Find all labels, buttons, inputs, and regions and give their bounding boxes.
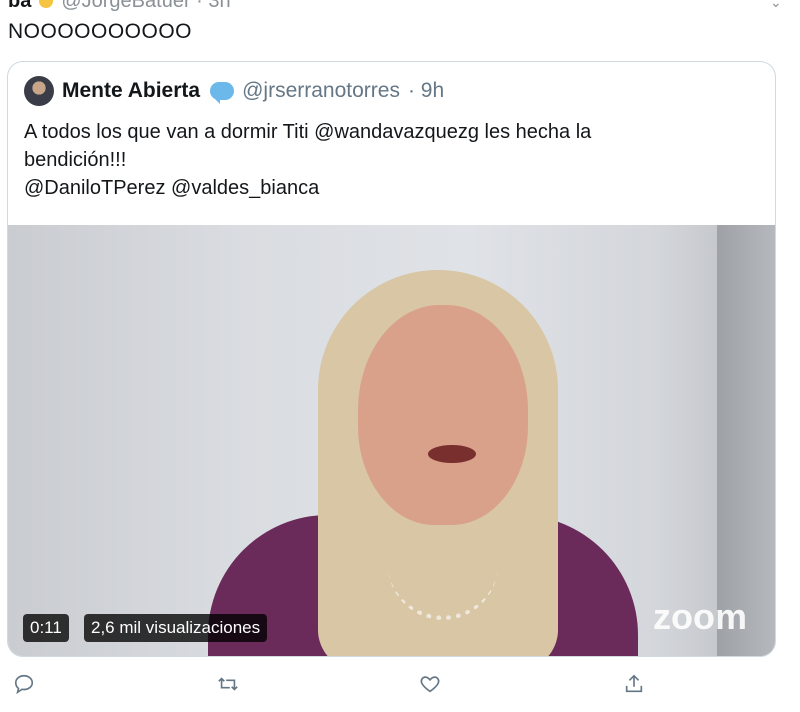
like-icon[interactable] [416, 670, 444, 698]
tweet-text: NOOOOOOOOOO [8, 20, 193, 43]
quoted-author-handle[interactable]: @jrserranotorres [242, 79, 400, 103]
quoted-text-line: A todos los que van a dormir Titi @wanda… [24, 121, 592, 143]
quoted-text-line: bendición!!! [24, 149, 127, 171]
video-subject-face [358, 305, 528, 525]
tweet-actions [0, 670, 800, 706]
tweet-header: ba @JorgeBatuer · 3h [8, 0, 231, 12]
reply-icon[interactable] [10, 670, 38, 698]
speech-bubble-emoji-icon [210, 82, 235, 104]
video-views-badge: 2,6 mil visualizaciones [84, 614, 268, 642]
zoom-watermark: zoom [653, 596, 747, 637]
more-options-icon[interactable]: ⌄ [770, 0, 782, 10]
retweet-icon[interactable] [214, 670, 242, 698]
quoted-author-name[interactable]: Mente Abierta [62, 79, 200, 103]
avatar[interactable] [24, 76, 54, 106]
video-player[interactable]: zoom 0:11 2,6 mil visualizaciones [8, 225, 775, 656]
video-duration-badge: 0:11 [23, 614, 69, 642]
quoted-header: Mente Abierta @jrserranotorres · 9h [24, 76, 444, 106]
quoted-mentions[interactable]: @DaniloTPerez @valdes_bianca [24, 174, 754, 202]
author-handle[interactable]: @JorgeBatuer · 3h [61, 0, 230, 13]
share-icon[interactable] [620, 670, 648, 698]
background-door [717, 225, 775, 656]
author-name[interactable]: ba [8, 0, 31, 13]
waving-hand-emoji-icon [39, 0, 54, 8]
quoted-text: A todos los que van a dormir Titi @wanda… [24, 118, 754, 202]
video-subject-mouth [428, 445, 476, 463]
quoted-tweet-card[interactable]: Mente Abierta @jrserranotorres · 9h A to… [7, 61, 776, 657]
quoted-timestamp[interactable]: · 9h [408, 79, 444, 103]
